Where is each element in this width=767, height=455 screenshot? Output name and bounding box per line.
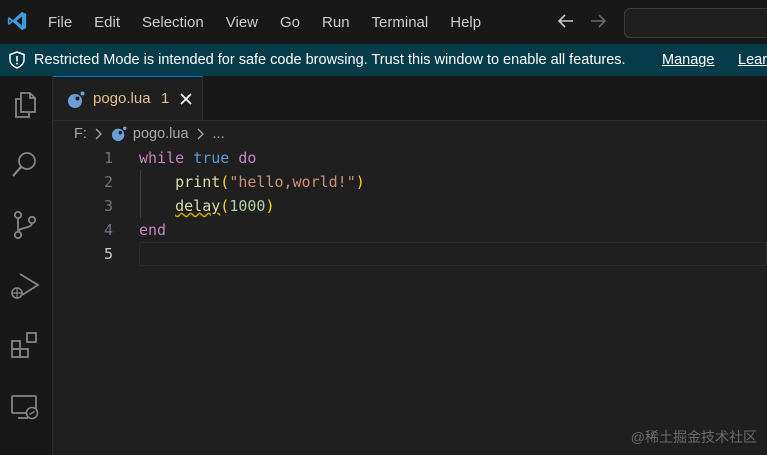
breadcrumb-file[interactable]: pogo.lua [133,126,189,142]
watermark: @稀土掘金技术社区 [630,429,757,445]
line-number: 3 [103,197,113,215]
code-token: do [238,149,257,167]
shield-icon [9,51,25,69]
editor-tab-bar: pogo.lua 1 [53,76,767,121]
tab-label: pogo.lua [93,90,151,107]
extensions-icon[interactable] [8,328,42,362]
code-text: end [139,218,166,242]
code-text: while true do [139,146,256,170]
lua-file-icon [68,91,85,108]
line-number: 4 [103,221,113,239]
chevron-right-icon [197,128,204,140]
code-token: ) [265,197,275,215]
vscode-logo[interactable] [6,10,28,32]
navigation-arrows [555,10,619,32]
menu-file[interactable]: File [48,14,72,31]
code-token: ) [355,173,365,191]
source-control-icon[interactable] [8,208,42,242]
close-icon[interactable] [177,90,195,108]
line-number: 1 [103,149,113,167]
code-token: print [175,173,221,191]
code-line[interactable]: 1 while true do [53,146,767,170]
chevron-right-icon [95,128,102,140]
menu-go[interactable]: Go [280,14,300,31]
manage-link[interactable]: Manage [662,44,714,76]
code-token: true [193,149,230,167]
menu-view[interactable]: View [226,14,258,31]
code-token: end [139,221,167,239]
code-token: ( [220,173,230,191]
code-line[interactable]: 2 print("hello,world!") [53,170,767,194]
code-text: delay(1000) [139,194,274,218]
lua-file-icon [111,126,127,142]
current-line-highlight [139,242,767,266]
tab-pogo-lua[interactable]: pogo.lua 1 [53,76,203,120]
problem-count-badge: 1 [161,90,170,107]
code-editor[interactable]: 1 while true do 2 print("hello,world!") 3 d… [53,146,767,455]
arrow-right-icon[interactable] [587,10,609,32]
arrow-left-icon[interactable] [555,10,577,32]
menu-edit[interactable]: Edit [94,14,120,31]
learn-more-link[interactable]: Lear [738,44,767,76]
code-token: ( [220,197,230,215]
restricted-mode-banner: Restricted Mode is intended for safe cod… [0,44,767,76]
code-token: "hello,world!" [229,173,356,191]
command-center[interactable] [624,8,767,38]
remote-explorer-icon[interactable] [8,390,42,424]
code-line[interactable]: 3 delay(1000) [53,194,767,218]
line-number: 5 [103,245,113,263]
title-bar: File Edit Selection View Go Run Terminal… [0,0,767,44]
menu-bar: File Edit Selection View Go Run Terminal… [48,0,503,44]
breadcrumb: F: pogo.lua ... [74,122,225,146]
code-token: 1000 [229,197,266,215]
code-line[interactable]: 4 end [53,218,767,242]
run-debug-icon[interactable] [8,268,42,302]
files-icon[interactable] [8,88,42,122]
code-line[interactable]: 5 [53,242,767,266]
menu-help[interactable]: Help [450,14,481,31]
breadcrumb-more[interactable]: ... [213,126,225,142]
code-text: print("hello,world!") [139,170,365,194]
banner-message: Restricted Mode is intended for safe cod… [34,52,626,68]
code-token: while [139,149,185,167]
menu-selection[interactable]: Selection [142,14,204,31]
breadcrumb-drive[interactable]: F: [74,126,87,142]
activity-bar [0,76,53,455]
menu-terminal[interactable]: Terminal [372,14,429,31]
menu-run[interactable]: Run [322,14,350,31]
code-token: delay [175,197,221,215]
line-number: 2 [103,173,113,191]
search-icon[interactable] [8,148,42,182]
